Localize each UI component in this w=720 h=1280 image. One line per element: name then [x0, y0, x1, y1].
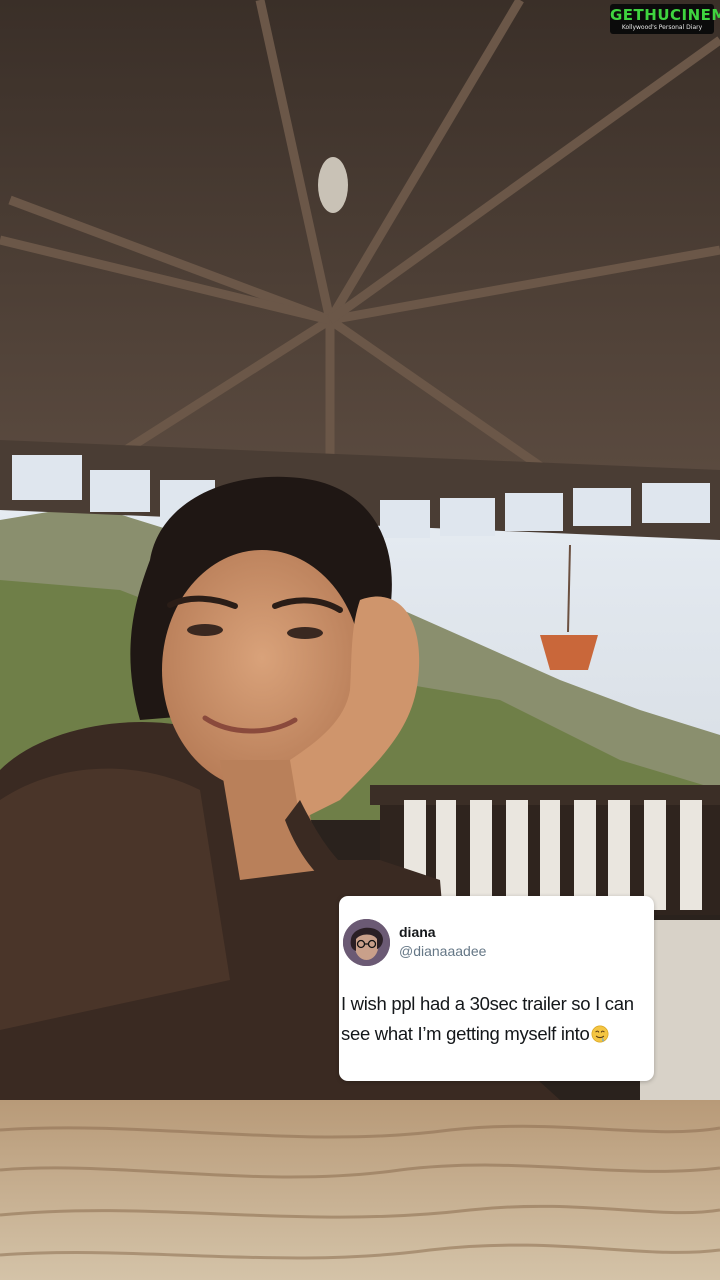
photo-background: [0, 0, 720, 1280]
tweet-card[interactable]: diana @dianaaadee I wish ppl had a 30sec…: [339, 896, 654, 1081]
watermark-tagline: Kollywood's Personal Diary: [621, 24, 703, 31]
tweet-text: I wish ppl had a 30sec trailer so I can …: [341, 989, 653, 1049]
tweet-author-handle: @dianaaadee: [399, 943, 487, 959]
watermark-brand: GETHUCINEMA: [610, 6, 720, 24]
avatar[interactable]: [343, 919, 390, 966]
gazebo-scene-image: [0, 0, 720, 1280]
avatar-image: [343, 919, 390, 966]
watermark-logo: GETHUCINEMA Kollywood's Personal Diary: [610, 4, 720, 34]
drooling-face-emoji-icon: [591, 1025, 608, 1043]
tweet-author-name: diana: [399, 924, 436, 940]
